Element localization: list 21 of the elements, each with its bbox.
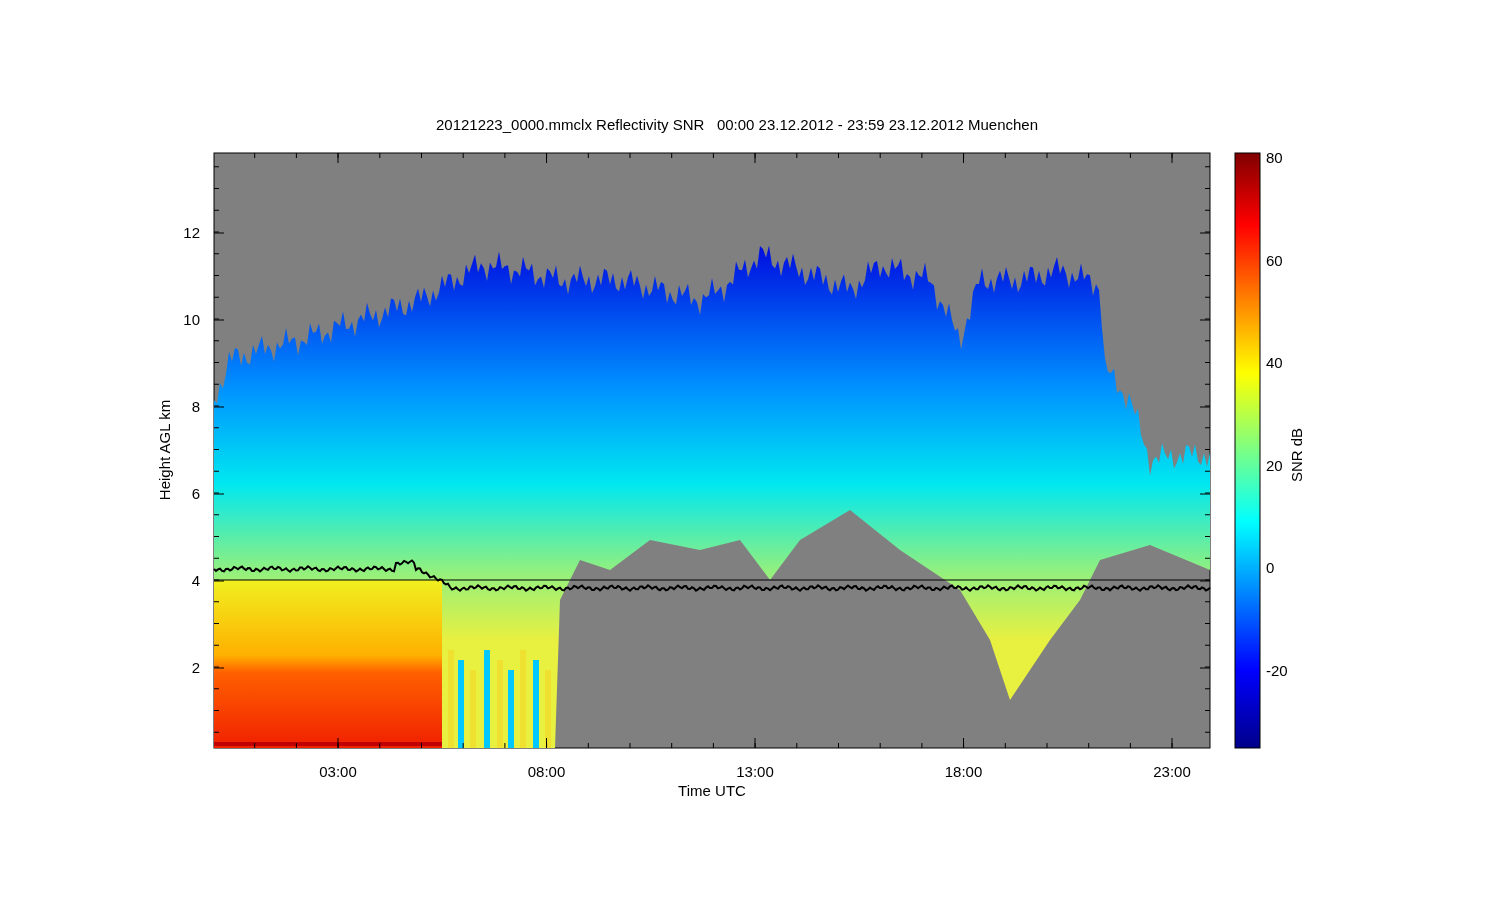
y-tick-label: 2: [191, 659, 200, 676]
x-tick-label: 23:00: [1153, 763, 1191, 780]
colorbar-tick-label: 0: [1266, 559, 1275, 577]
colorbar-tick-label: 40: [1266, 354, 1283, 372]
y-tick-label: 4: [191, 572, 200, 589]
y-tick-label: 12: [183, 224, 200, 241]
y-tick-label: 8: [191, 398, 200, 415]
y-tick-label: 10: [183, 311, 200, 328]
colorbar-tick-label: 60: [1266, 251, 1283, 269]
x-tick-label: 08:00: [527, 763, 566, 780]
y-axis-label: Height AGL km: [156, 399, 173, 501]
x-tick-label: 03:00: [319, 763, 357, 780]
chart-title: 20121223_0000.mmclx Reflectivity SNR 00:00 23.12.2012 - 23:59 23.12.2012 Muenchen: [435, 116, 1039, 133]
y-tick-label: 6: [191, 485, 200, 502]
colorbar-tick-label: -20: [1266, 662, 1288, 679]
x-axis-label: Time UTC: [678, 782, 746, 799]
colorbar-tick-label: 80: [1266, 149, 1283, 166]
x-tick-label: 18:00: [944, 763, 983, 780]
colorbar-tick-label: 20: [1266, 456, 1283, 474]
colorbar-label: SNR dB: [1288, 427, 1305, 483]
x-tick-label: 13:00: [736, 763, 774, 780]
